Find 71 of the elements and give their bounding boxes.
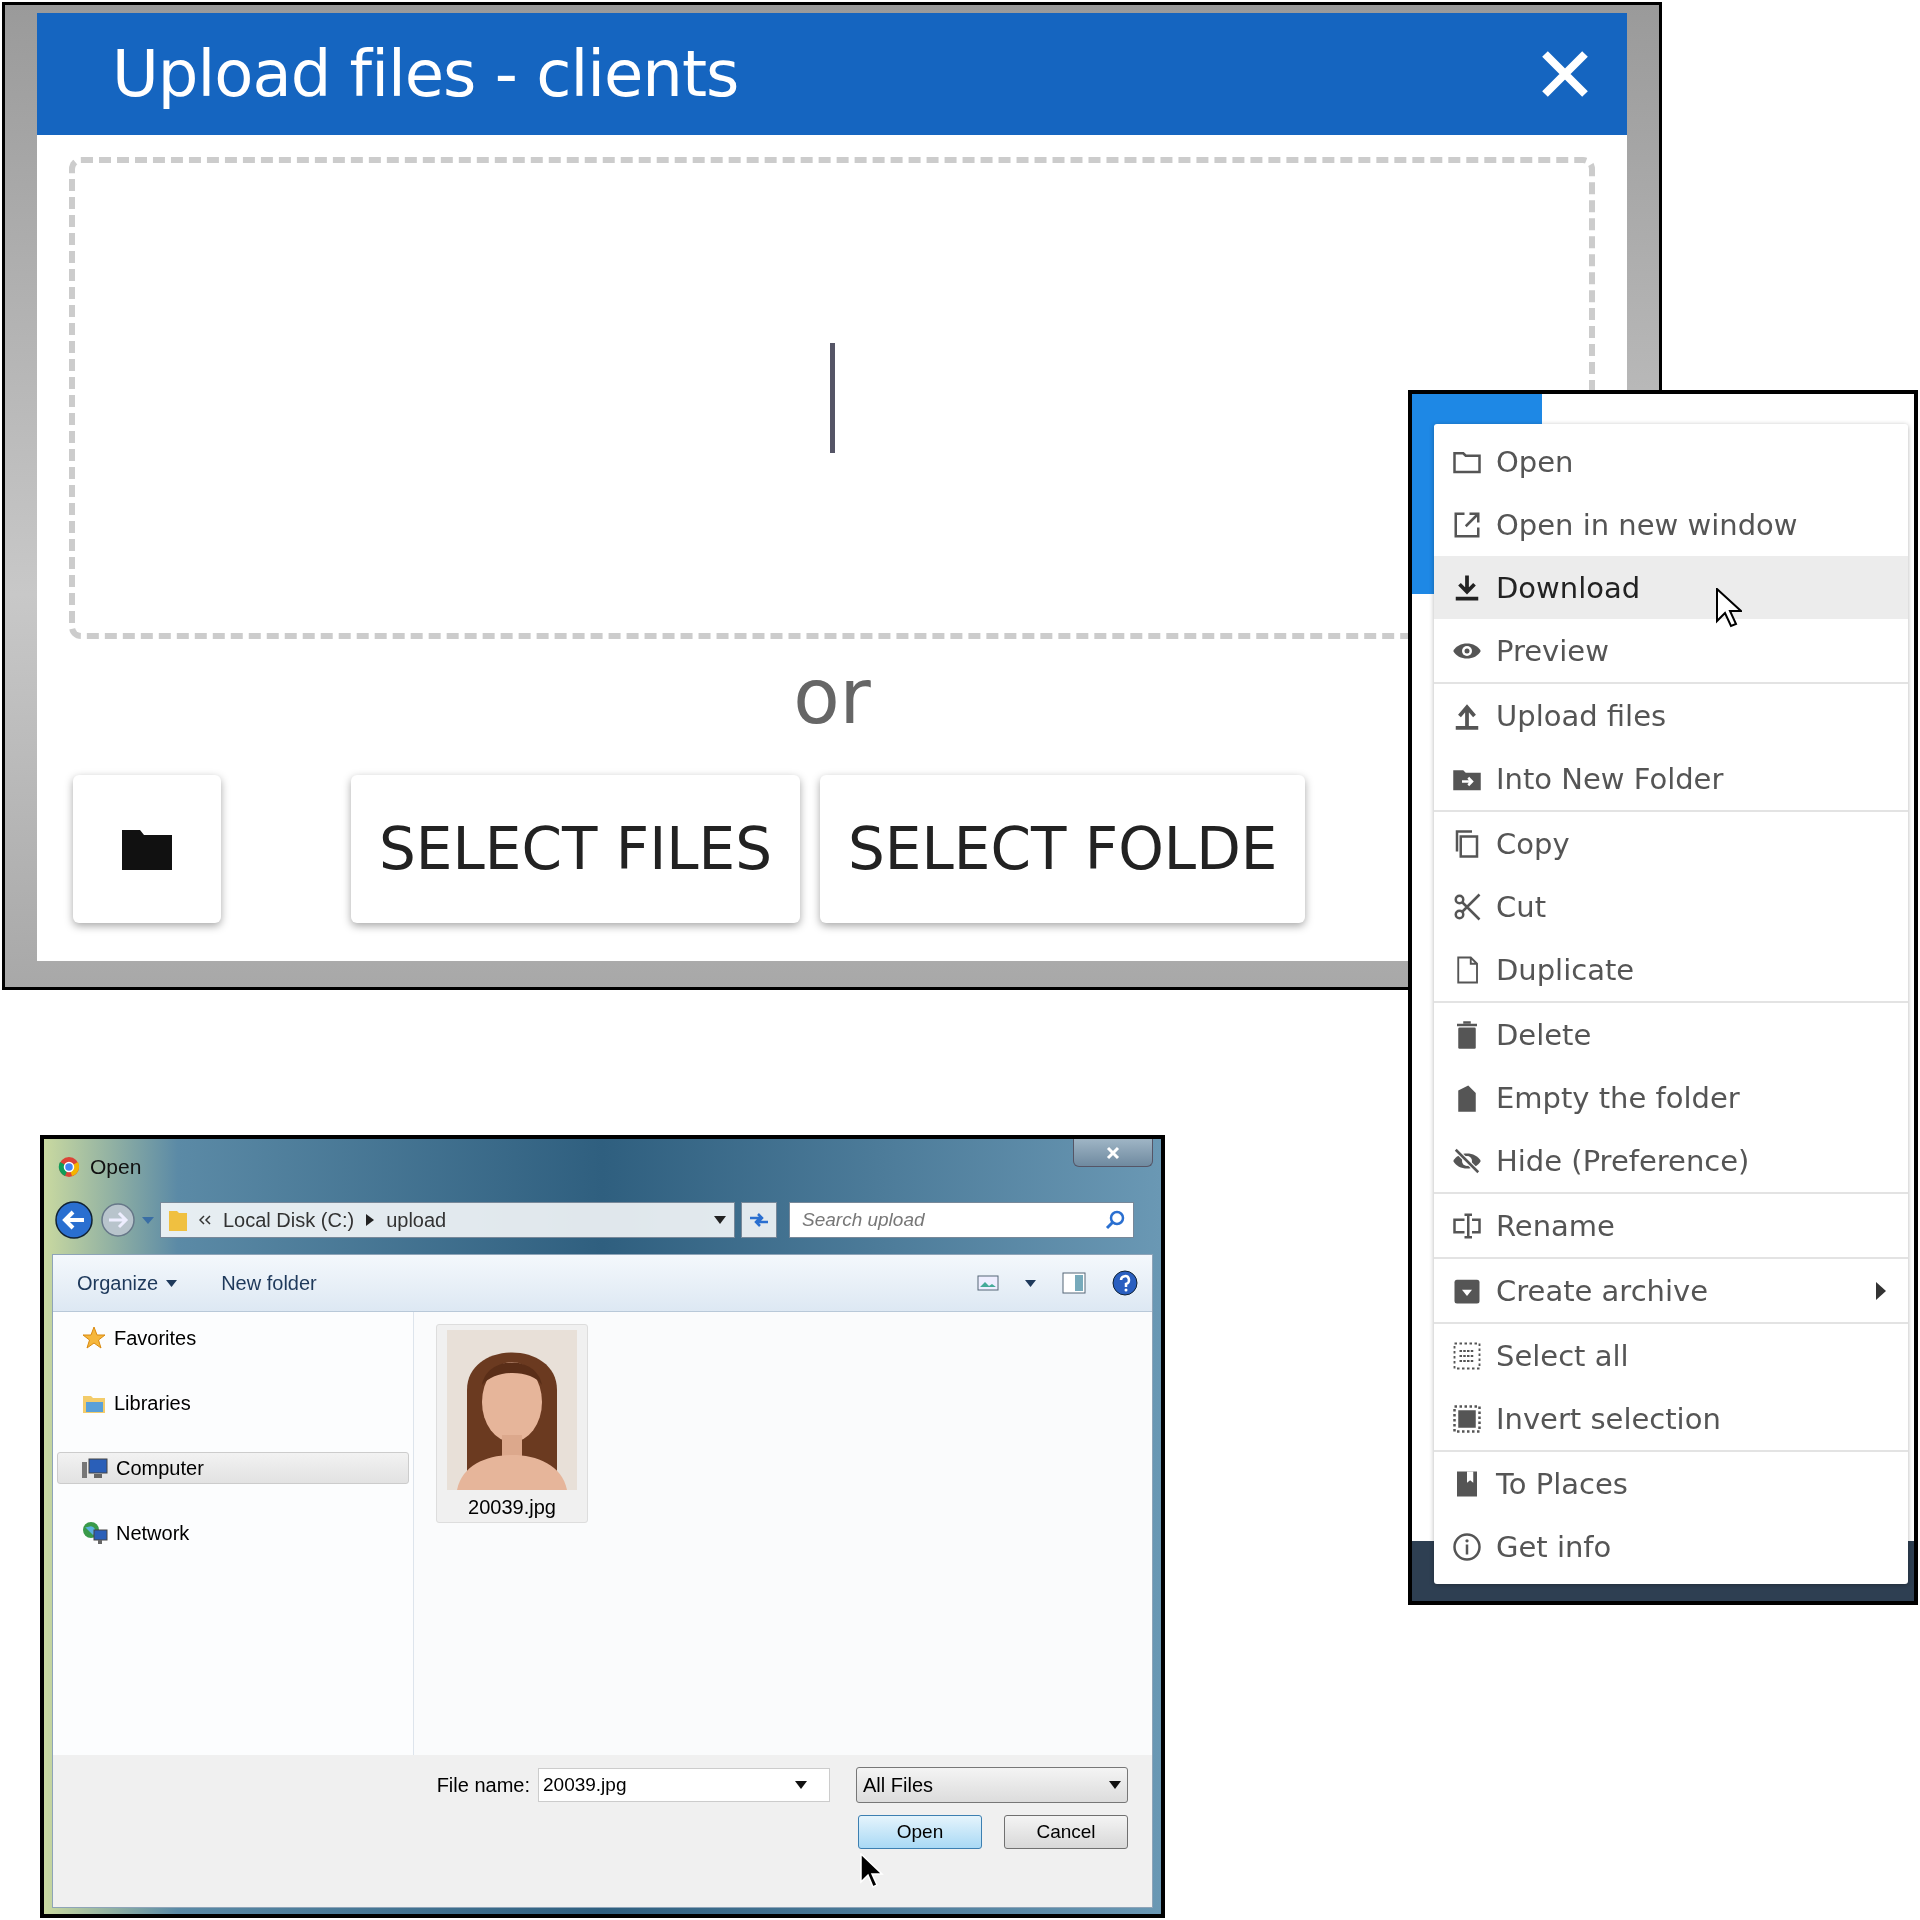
menu-item[interactable]: Download: [1434, 556, 1908, 619]
search-field[interactable]: Search upload: [789, 1202, 1134, 1238]
star-icon: [82, 1326, 106, 1350]
close-button[interactable]: [1073, 1139, 1153, 1167]
select-button[interactable]: SELECT FILES: [351, 775, 801, 923]
dialog-button[interactable]: Open: [858, 1815, 982, 1849]
search-icon: [1105, 1210, 1125, 1230]
path-segment[interactable]: upload: [386, 1208, 447, 1232]
select-all-icon: [1452, 1340, 1482, 1371]
folder-button[interactable]: [73, 775, 221, 923]
close-icon: [1106, 1145, 1120, 1160]
invert-selection-icon: [1452, 1403, 1482, 1434]
folder-icon: [122, 828, 172, 870]
menu-item[interactable]: Open in new window: [1434, 493, 1908, 556]
menu-item[interactable]: Create archive: [1434, 1259, 1908, 1322]
back-icon[interactable]: [54, 1200, 94, 1240]
menu-item[interactable]: Upload files: [1434, 684, 1908, 747]
eye-slash-icon: [1452, 1145, 1482, 1176]
caret-icon: [166, 1279, 178, 1287]
refresh-button[interactable]: [741, 1202, 777, 1238]
forward-icon[interactable]: [100, 1202, 136, 1238]
file-name: 20039.jpg: [468, 1496, 556, 1519]
scissors-icon: [1452, 891, 1482, 922]
or-label: or: [793, 659, 871, 735]
preview-pane-icon[interactable]: [1062, 1272, 1086, 1294]
caret-icon: [1109, 1781, 1121, 1789]
dialog-button[interactable]: Cancel: [1004, 1815, 1128, 1849]
menu-item[interactable]: Preview: [1434, 619, 1908, 682]
menu-item[interactable]: Invert selection: [1434, 1387, 1908, 1450]
caret-icon[interactable]: [1025, 1279, 1036, 1287]
window-title: Upload files - clients: [112, 37, 739, 111]
menu-item[interactable]: Get info: [1434, 1515, 1908, 1578]
menu-item[interactable]: Empty the folder: [1434, 1066, 1908, 1129]
search-input[interactable]: Search upload: [802, 1205, 1105, 1235]
caret-icon[interactable]: [714, 1216, 726, 1224]
window-title: Open: [90, 1154, 142, 1179]
text-caret-icon: [829, 343, 835, 453]
file-type-dropdown[interactable]: All Files: [856, 1767, 1128, 1803]
address-bar[interactable]: Local Disk (C:) upload: [160, 1202, 735, 1238]
new-folder-button[interactable]: New folder: [221, 1271, 317, 1295]
nav-item[interactable]: Libraries: [57, 1387, 409, 1419]
path-segment[interactable]: Local Disk (C:): [223, 1208, 355, 1232]
menu-item[interactable]: To Places: [1434, 1452, 1908, 1515]
info-icon: [1452, 1531, 1482, 1562]
file-name-field[interactable]: 20039.jpg: [538, 1768, 830, 1802]
computer-icon: [82, 1456, 108, 1480]
menu-item[interactable]: Open: [1434, 430, 1908, 493]
network-icon: [82, 1521, 108, 1545]
mouse-cursor-icon: [1716, 588, 1742, 628]
menu-item[interactable]: Duplicate: [1434, 938, 1908, 1001]
caret-icon[interactable]: [795, 1781, 807, 1789]
chevron-icon: [199, 1215, 211, 1225]
nav-item[interactable]: Favorites: [57, 1322, 409, 1354]
nav-item[interactable]: Computer: [57, 1452, 409, 1484]
menu-item[interactable]: Hide (Preference): [1434, 1129, 1908, 1192]
menu-item[interactable]: Delete: [1434, 1003, 1908, 1066]
triangle-icon: [366, 1214, 375, 1226]
mouse-cursor-icon: [860, 1853, 884, 1889]
folder-icon: [169, 1209, 187, 1231]
menu-item[interactable]: Copy: [1434, 812, 1908, 875]
file-tile[interactable]: 20039.jpg: [436, 1324, 588, 1523]
menu-item[interactable]: Cut: [1434, 875, 1908, 938]
menu-item[interactable]: Into New Folder: [1434, 747, 1908, 810]
file-name-label: File name:: [436, 1773, 530, 1797]
select-button[interactable]: SELECT FOLDE: [820, 775, 1306, 923]
organize-button[interactable]: Organize: [77, 1271, 178, 1295]
menu-item[interactable]: Select all: [1434, 1324, 1908, 1387]
help-icon[interactable]: [1112, 1270, 1138, 1296]
menu-item[interactable]: Rename: [1434, 1194, 1908, 1257]
nav-item[interactable]: Network: [57, 1517, 409, 1549]
browser-icon: [58, 1155, 80, 1178]
